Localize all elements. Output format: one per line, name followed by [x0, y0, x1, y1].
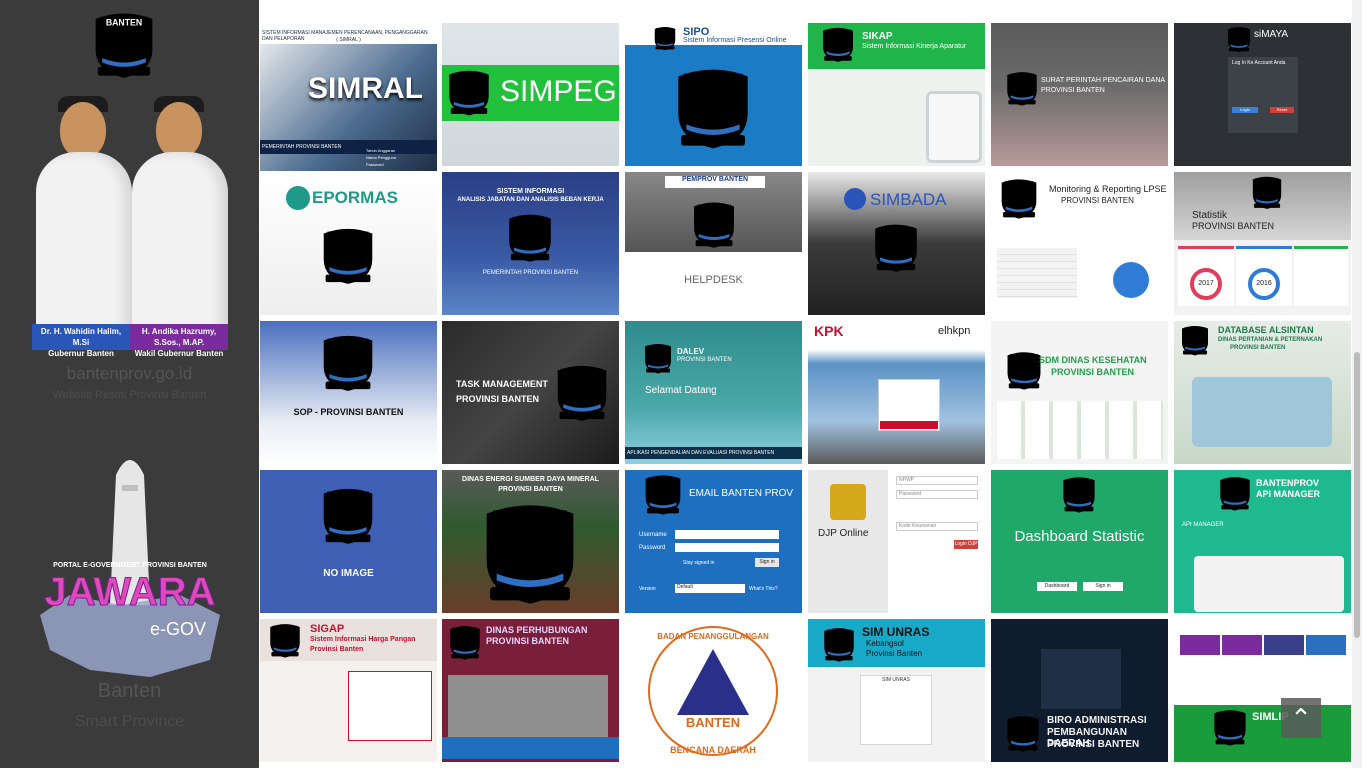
svg-text:BANTEN: BANTEN — [106, 17, 142, 27]
tile-anjab[interactable]: SISTEM INFORMASI ANALISIS JABATAN DAN AN… — [442, 172, 619, 315]
banten-seal-logo — [1005, 713, 1041, 753]
banten-seal-logo — [1250, 174, 1284, 210]
tile-task[interactable]: TASK MANAGEMENT PROVINSI BANTEN — [442, 321, 619, 464]
banten-seal-logo — [872, 220, 920, 274]
banten-seal-logo — [1212, 707, 1248, 747]
tile-simaya[interactable]: siMAYA Log In Ke Account Anda Login Rese… — [1174, 23, 1351, 166]
tile-sigap[interactable]: SIGAP Sistem Informasi Harga Pangan Prov… — [260, 619, 437, 762]
banten-seal-logo — [320, 224, 376, 286]
svg-text:e-GOV: e-GOV — [150, 619, 206, 639]
tile-helpdesk[interactable]: PEMPROV BANTEN HELPDESK — [625, 172, 802, 315]
banten-seal-logo — [643, 341, 673, 375]
banten-seal-logo — [691, 198, 737, 250]
tile-spp[interactable]: SURAT PERINTAH PENCAIRAN DANA PROVINSI B… — [991, 23, 1168, 166]
tile-sop[interactable]: SOP - PROVINSI BANTEN — [260, 321, 437, 464]
governor-nameplate: Dr. H. Wahidin Halim, M.Si Gubernur Bant… — [32, 324, 130, 358]
tile-biro[interactable]: BIRO ADMINISTRASI PEMBANGUNAN DAERAH PRO… — [991, 619, 1168, 762]
tile-sipo[interactable]: SIPO Sistem Informasi Presensi Online — [625, 23, 802, 166]
site-url: bantenprov.go.id — [66, 364, 193, 383]
banten-seal-logo — [673, 57, 753, 157]
bpbd-logo: BANTEN BADAN PENANGGULANGAN BENCANA DAER… — [648, 626, 778, 756]
app-grid: SISTEM INFORMASI MANAJEMEN PERENCANAAN, … — [259, 22, 1351, 768]
banten-seal-logo — [1180, 323, 1210, 357]
tile-kpk[interactable]: KPK elhkpn — [808, 321, 985, 464]
tile-sdm-kesehatan[interactable]: SDM DINAS KESEHATAN PROVINSI BANTEN — [991, 321, 1168, 464]
banten-seal-logo — [653, 25, 677, 51]
svg-text:BENCANA DAERAH: BENCANA DAERAH — [670, 745, 756, 755]
chevron-up-icon: ⌃ — [1290, 703, 1312, 733]
sidebar: BANTEN Dr. H. Wahidin Halim, M.Si Gubern… — [0, 0, 259, 768]
banten-seal-logo — [480, 496, 580, 608]
tile-dishub[interactable]: DINAS PERHUBUNGAN PROVINSI BANTEN — [442, 619, 619, 762]
banten-seal-logo — [554, 361, 610, 423]
tile-sim-unras[interactable]: SIM UNRAS Kebangsol Provinsi Banten SIM … — [808, 619, 985, 762]
tile-djp[interactable]: DJP Online NPWP Password Kode Keamanan L… — [808, 470, 985, 613]
scrollbar-thumb[interactable] — [1354, 352, 1360, 638]
vice-governor-nameplate: H. Andika Hazrumy, S.Sos., M.AP. Wakil G… — [130, 324, 228, 358]
tile-email[interactable]: EMAIL BANTEN PROV Username Password Stay… — [625, 470, 802, 613]
jawara-egov-logo: PORTAL E-GOVERNMENT PROVINSI BANTEN JAWA… — [40, 460, 220, 677]
tile-simpeg[interactable]: SIMPEG — [442, 23, 619, 166]
banten-seal-logo — [1218, 474, 1252, 512]
banten-seal-logo — [268, 621, 302, 659]
back-to-top-button[interactable]: ⌃ — [1281, 698, 1321, 738]
banten-seal-logo — [1005, 69, 1039, 107]
governor-photo: Dr. H. Wahidin Halim, M.Si Gubernur Bant… — [30, 92, 230, 358]
banten-seal-logo — [820, 25, 856, 63]
banten-seal-logo — [1061, 474, 1097, 514]
region-label: Banten — [97, 680, 162, 702]
tile-dalev[interactable]: DALEV PROVINSI BANTEN Selamat Datang APL… — [625, 321, 802, 464]
banten-seal-logo — [999, 176, 1039, 220]
tile-noimage[interactable]: NO IMAGE — [260, 470, 437, 613]
svg-text:BANTEN: BANTEN — [686, 715, 740, 730]
tile-lpse[interactable]: Monitoring & Reporting LPSE PROVINSI BAN… — [991, 172, 1168, 315]
banten-seal-logo — [1226, 25, 1252, 53]
svg-text:PORTAL E-GOVERNMENT PROVINSI B: PORTAL E-GOVERNMENT PROVINSI BANTEN — [53, 562, 207, 569]
tile-statistik[interactable]: Statistik PROVINSI BANTEN 2017 2016 — [1174, 172, 1351, 315]
tagline: Smart Province — [74, 713, 185, 730]
banten-seal-logo: BANTEN — [90, 8, 158, 80]
site-description: Website Resmi Provinsi Banten — [52, 389, 207, 401]
svg-text:BADAN PENANGGULANGAN: BADAN PENANGGULANGAN — [657, 632, 769, 641]
banten-seal-logo — [643, 472, 683, 516]
top-strip — [259, 0, 1351, 8]
tile-simral[interactable]: SISTEM INFORMASI MANAJEMEN PERENCANAAN, … — [260, 28, 437, 171]
banten-seal-logo — [448, 623, 482, 661]
tile-sikap[interactable]: SIKAP Sistem Informasi Kinerja Aparatur — [808, 23, 985, 166]
tile-api-manager[interactable]: BANTENPROV API MANAGER API MANAGER — [1174, 470, 1351, 613]
banten-seal-logo — [320, 484, 376, 546]
tile-bpbd[interactable]: BANTEN BADAN PENANGGULANGAN BENCANA DAER… — [625, 619, 802, 762]
banten-seal-logo — [506, 210, 554, 264]
banten-seal-logo — [1005, 349, 1043, 391]
tile-simbada[interactable]: SIMBADA — [808, 172, 985, 315]
banten-seal-logo — [446, 67, 492, 117]
scrollbar[interactable] — [1352, 0, 1362, 768]
banten-seal-logo — [320, 331, 376, 393]
tile-simlip[interactable]: SIMLIP — [1174, 619, 1351, 762]
tile-epormas[interactable]: EPORMAS — [260, 172, 437, 315]
tile-esdm[interactable]: DINAS ENERGI SUMBER DAYA MINERAL PROVINS… — [442, 470, 619, 613]
svg-text:JAWARA: JAWARA — [44, 570, 215, 614]
tile-dashboard[interactable]: Dashboard Statistic Dashboard Sign in — [991, 470, 1168, 613]
tile-alsintan[interactable]: DATABASE ALSINTAN DINAS PERTANIAN & PETE… — [1174, 321, 1351, 464]
banten-seal-logo — [822, 625, 856, 663]
